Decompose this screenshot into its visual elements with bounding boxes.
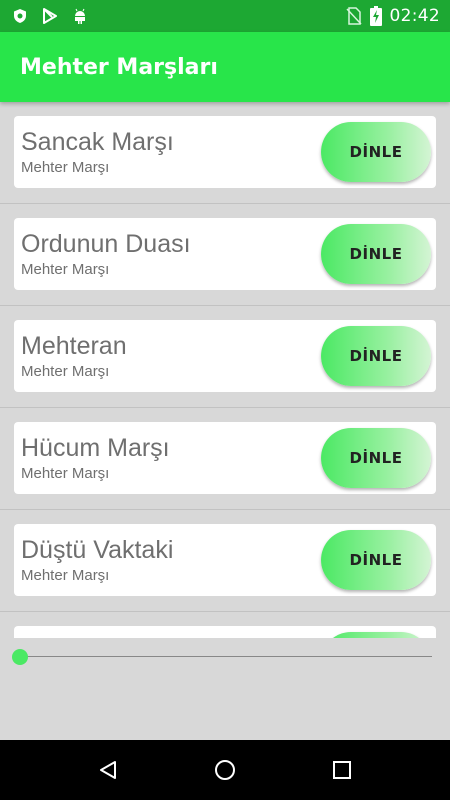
song-card: Ordunun Duası Mehter Marşı DİNLE bbox=[14, 218, 436, 290]
listen-button[interactable]: DİNLE bbox=[321, 428, 431, 488]
list-item bbox=[0, 612, 450, 638]
song-subtitle: Mehter Marşı bbox=[21, 567, 110, 584]
play-store-icon bbox=[42, 8, 58, 24]
app-title: Mehter Marşları bbox=[20, 54, 218, 80]
song-list[interactable]: Sancak Marşı Mehter Marşı DİNLE Ordunun … bbox=[0, 102, 450, 638]
shield-icon bbox=[12, 8, 28, 24]
seek-thumb[interactable] bbox=[12, 649, 28, 665]
list-item: Hücum Marşı Mehter Marşı DİNLE bbox=[0, 408, 450, 510]
list-item: Ordunun Duası Mehter Marşı DİNLE bbox=[0, 204, 450, 306]
no-sim-icon bbox=[345, 7, 362, 25]
song-subtitle: Mehter Marşı bbox=[21, 465, 110, 482]
recents-icon[interactable] bbox=[331, 759, 353, 781]
battery-charging-icon bbox=[369, 6, 382, 26]
list-item: Sancak Marşı Mehter Marşı DİNLE bbox=[0, 102, 450, 204]
listen-button[interactable]: DİNLE bbox=[321, 326, 431, 386]
song-title: Sancak Marşı bbox=[21, 128, 174, 156]
song-card bbox=[14, 626, 436, 638]
list-item: Düştü Vaktaki Mehter Marşı DİNLE bbox=[0, 510, 450, 612]
seek-bar[interactable] bbox=[12, 648, 432, 666]
listen-button[interactable] bbox=[321, 632, 431, 638]
app-bar: Mehter Marşları bbox=[0, 32, 450, 102]
song-title: Düştü Vaktaki bbox=[21, 536, 174, 564]
song-subtitle: Mehter Marşı bbox=[21, 261, 110, 278]
seek-track[interactable] bbox=[20, 656, 432, 657]
song-card: Sancak Marşı Mehter Marşı DİNLE bbox=[14, 116, 436, 188]
listen-button[interactable]: DİNLE bbox=[321, 530, 431, 590]
listen-button[interactable]: DİNLE bbox=[321, 122, 431, 182]
song-card: Hücum Marşı Mehter Marşı DİNLE bbox=[14, 422, 436, 494]
back-icon[interactable] bbox=[97, 759, 119, 781]
song-title: Hücum Marşı bbox=[21, 434, 170, 462]
song-title: Mehteran bbox=[21, 332, 127, 360]
song-title: Ordunun Duası bbox=[21, 230, 191, 258]
android-icon bbox=[72, 8, 88, 24]
list-item: Mehteran Mehter Marşı DİNLE bbox=[0, 306, 450, 408]
song-subtitle: Mehter Marşı bbox=[21, 363, 110, 380]
navigation-bar bbox=[0, 740, 450, 800]
song-card: Düştü Vaktaki Mehter Marşı DİNLE bbox=[14, 524, 436, 596]
home-icon[interactable] bbox=[214, 759, 236, 781]
song-subtitle: Mehter Marşı bbox=[21, 159, 110, 176]
status-time: 02:42 bbox=[389, 6, 440, 26]
listen-button[interactable]: DİNLE bbox=[321, 224, 431, 284]
song-card: Mehteran Mehter Marşı DİNLE bbox=[14, 320, 436, 392]
status-bar: 02:42 bbox=[0, 0, 450, 32]
